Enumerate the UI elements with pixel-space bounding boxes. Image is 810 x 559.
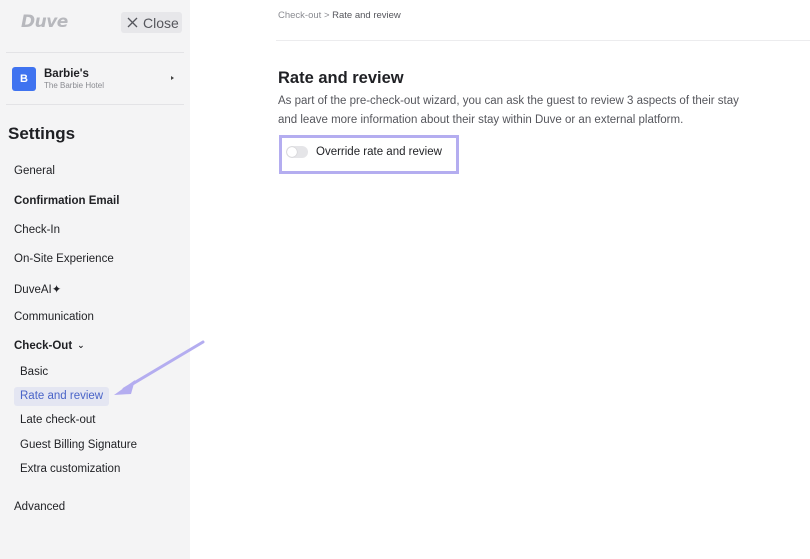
hotel-avatar: B bbox=[12, 67, 36, 91]
hotel-subtitle: The Barbie Hotel bbox=[44, 80, 105, 90]
nav-item-confirmation-email[interactable]: Confirmation Email bbox=[14, 195, 119, 207]
toggle-knob bbox=[287, 147, 297, 157]
breadcrumb-separator: > bbox=[321, 10, 333, 21]
breadcrumb-parent[interactable]: Check-out bbox=[278, 10, 321, 21]
breadcrumb: Check-out > Rate and review bbox=[278, 10, 401, 21]
close-button[interactable]: Close bbox=[121, 12, 182, 33]
nav-item-check-out[interactable]: Check-Out ⌄ bbox=[14, 340, 85, 352]
close-label: Close bbox=[143, 14, 179, 31]
nav-item-communication[interactable]: Communication bbox=[14, 311, 94, 323]
duve-logo: Duve bbox=[21, 12, 68, 32]
sidebar: Duve Close B Barbie's The Barbie Hotel S… bbox=[0, 0, 190, 559]
nav-item-advanced[interactable]: Advanced bbox=[14, 501, 65, 513]
sparkle-icon: ✦ bbox=[51, 284, 62, 296]
subnav-item-rate-and-review[interactable]: Rate and review bbox=[14, 387, 110, 406]
nav-item-duveai-label: DuveAI bbox=[14, 284, 52, 296]
subnav-item-guest-billing-signature[interactable]: Guest Billing Signature bbox=[14, 436, 143, 455]
caret-right-icon bbox=[171, 76, 174, 80]
hotel-name: Barbie's bbox=[44, 67, 89, 80]
nav-item-on-site-experience[interactable]: On-Site Experience bbox=[14, 253, 114, 265]
override-rate-toggle-row[interactable]: Override rate and review bbox=[286, 146, 442, 158]
divider bbox=[6, 52, 184, 53]
breadcrumb-current: Rate and review bbox=[332, 10, 401, 21]
nav-item-check-in[interactable]: Check-In bbox=[14, 224, 60, 236]
override-rate-toggle[interactable] bbox=[286, 146, 308, 158]
nav-item-general[interactable]: General bbox=[14, 165, 55, 177]
nav-item-check-out-label: Check-Out bbox=[14, 340, 73, 352]
subnav-item-late-check-out[interactable]: Late check-out bbox=[14, 411, 101, 430]
page-title: Rate and review bbox=[278, 69, 404, 87]
chevron-down-icon: ⌄ bbox=[77, 340, 85, 350]
subnav-item-extra-customization[interactable]: Extra customization bbox=[14, 460, 126, 479]
divider bbox=[6, 104, 184, 105]
nav-item-duveai[interactable]: DuveAI✦ bbox=[14, 282, 61, 296]
settings-title: Settings bbox=[8, 124, 76, 143]
hotel-switcher[interactable]: B Barbie's The Barbie Hotel bbox=[12, 66, 182, 92]
annotation-arrow-icon bbox=[114, 340, 205, 395]
page-description: As part of the pre-check-out wizard, you… bbox=[278, 95, 739, 126]
subnav-item-basic[interactable]: Basic bbox=[14, 363, 54, 382]
close-icon bbox=[127, 17, 138, 28]
toggle-label: Override rate and review bbox=[316, 146, 442, 158]
header-divider bbox=[276, 40, 810, 41]
